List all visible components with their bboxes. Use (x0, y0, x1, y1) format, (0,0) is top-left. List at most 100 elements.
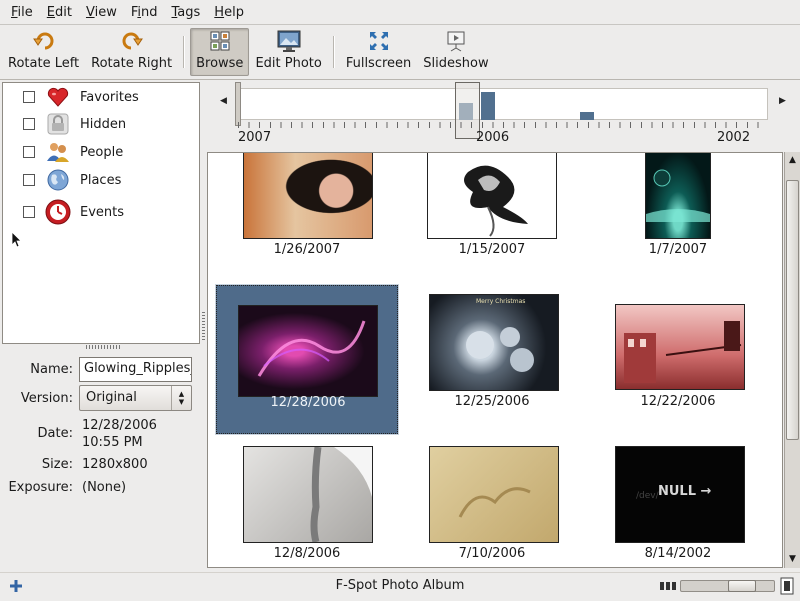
zoom-in-icon[interactable] (779, 577, 795, 595)
photo-grid-scrollbar[interactable]: ▲ ▼ (784, 152, 800, 568)
edit-photo-icon (277, 29, 301, 52)
photo-artwork (466, 327, 534, 372)
rotate-right-icon (120, 29, 144, 52)
menu-edit[interactable]: Edit (40, 0, 79, 25)
tag-checkbox[interactable] (23, 118, 35, 130)
status-bar: F-Spot Photo Album (0, 572, 800, 601)
photo-thumbnail[interactable] (243, 446, 373, 543)
photo-cell[interactable]: 1/26/2007 (216, 153, 398, 273)
tag-checkbox[interactable] (23, 206, 35, 218)
photo-cell[interactable]: Merry Christmas 12/25/2006 (404, 285, 586, 435)
version-value: Original (86, 390, 137, 405)
slideshow-icon (444, 29, 468, 52)
toolbar-separator (183, 36, 186, 68)
version-select[interactable]: Original ▲ ▼ (79, 385, 192, 411)
rotate-left-button[interactable]: Rotate Left (2, 28, 85, 76)
photo-thumbnail[interactable] (615, 304, 745, 390)
mouse-cursor-icon (12, 232, 22, 248)
lock-icon (45, 111, 71, 137)
photo-artwork (257, 320, 366, 377)
fullscreen-button[interactable]: Fullscreen (340, 28, 417, 76)
menu-find[interactable]: Find (124, 0, 165, 25)
photo-thumbnail[interactable] (427, 153, 557, 239)
menu-tags[interactable]: Tags (165, 0, 208, 25)
zoom-out-icon[interactable] (659, 578, 677, 594)
photo-cell[interactable]: 12/8/2006 (216, 443, 398, 567)
thumb-sub-text: /dev/ (636, 491, 659, 501)
heart-icon (45, 84, 71, 110)
pane-splitter-vertical-handle[interactable] (202, 310, 205, 340)
photo-date: 12/8/2006 (273, 546, 341, 561)
toolbar-separator (332, 36, 335, 68)
zoom-slider[interactable] (680, 580, 775, 592)
tag-label: Favorites (80, 89, 139, 105)
photo-cell[interactable]: 1/15/2007 (404, 153, 586, 273)
photo-date: 7/10/2006 (458, 546, 526, 561)
timeline-left-arrow-icon[interactable]: ◀ (220, 96, 227, 106)
slideshow-button[interactable]: Slideshow (417, 28, 494, 76)
name-field[interactable]: Glowing_Ripples_ (79, 357, 192, 382)
photo-thumbnail[interactable] (243, 153, 373, 239)
timeline-year-label: 2006 (476, 130, 510, 145)
zoom-slider-knob[interactable] (728, 580, 756, 592)
timeline-right-arrow-icon[interactable]: ▶ (779, 96, 786, 106)
edit-photo-button[interactable]: Edit Photo (249, 28, 327, 76)
exposure-label: Exposure: (8, 480, 73, 495)
photo-cell[interactable]: 1/7/2007 (592, 153, 774, 273)
photo-thumbnail[interactable] (238, 305, 378, 397)
timeline-bar (580, 112, 594, 120)
photo-artwork (646, 169, 710, 222)
photo-thumbnail[interactable]: Merry Christmas (429, 294, 559, 391)
timeline-range-start-handle[interactable] (235, 82, 241, 126)
scroll-down-icon[interactable]: ▼ (785, 551, 800, 567)
fullscreen-label: Fullscreen (345, 56, 412, 71)
menu-file[interactable]: File (4, 0, 40, 25)
photo-cell[interactable]: 12/22/2006 (592, 285, 774, 435)
exposure-value: (None) (82, 480, 127, 495)
timeline-year-label: 2007 (238, 130, 272, 145)
version-label: Version: (20, 391, 73, 406)
photo-date: 1/26/2007 (273, 242, 341, 257)
photo-date: 12/28/2006 (270, 395, 346, 410)
rotate-left-label: Rotate Left (8, 56, 80, 71)
rotate-right-button[interactable]: Rotate Right (85, 28, 178, 76)
browse-button[interactable]: Browse (190, 28, 250, 76)
name-label: Name: (30, 362, 73, 377)
tag-label: Events (80, 204, 125, 220)
people-icon (45, 139, 71, 165)
clock-icon (45, 199, 71, 225)
scroll-up-icon[interactable]: ▲ (785, 152, 800, 168)
photo-date: 8/14/2002 (644, 546, 712, 561)
version-spin-icon[interactable]: ▲ ▼ (171, 386, 191, 410)
rotate-left-icon (32, 29, 56, 52)
menu-view[interactable]: View (79, 0, 124, 25)
photo-grid: 1/26/2007 1/15/2007 1/7/2007 12/28/2006 … (207, 152, 783, 568)
pane-splitter-handle[interactable] (86, 345, 120, 349)
tag-checkbox[interactable] (23, 91, 35, 103)
browse-label: Browse (196, 56, 244, 71)
photo-cell[interactable]: 7/10/2006 (404, 443, 586, 567)
timeline-track[interactable] (238, 88, 768, 120)
photo-cell[interactable]: /dev/ NULL → 8/14/2002 (592, 443, 774, 567)
photo-artwork (464, 165, 528, 237)
tag-checkbox[interactable] (23, 174, 35, 186)
toolbar: Rotate Left Rotate Right Browse Edit Pho… (0, 25, 800, 80)
photo-cell-selected[interactable]: 12/28/2006 (215, 284, 399, 435)
time-value: 10:55 PM (82, 435, 143, 450)
menu-help[interactable]: Help (207, 0, 251, 25)
globe-icon (45, 167, 71, 193)
timeline-bar (481, 92, 495, 120)
photo-thumbnail[interactable] (429, 446, 559, 543)
scrollbar-thumb[interactable] (786, 180, 799, 440)
timeline[interactable]: ◀ ▶ 2007 2006 2002 (206, 82, 800, 152)
edit-photo-label: Edit Photo (255, 56, 322, 71)
tag-label: Hidden (80, 116, 127, 132)
photo-date: 12/22/2006 (640, 394, 716, 409)
photo-thumbnail[interactable] (645, 153, 711, 239)
date-label: Date: (37, 426, 73, 441)
tag-checkbox[interactable] (23, 146, 35, 158)
photo-artwork (624, 321, 742, 383)
tag-label: People (80, 144, 124, 160)
thumb-caption-text: NULL → (658, 484, 712, 499)
photo-thumbnail[interactable]: /dev/ NULL → (615, 446, 745, 543)
